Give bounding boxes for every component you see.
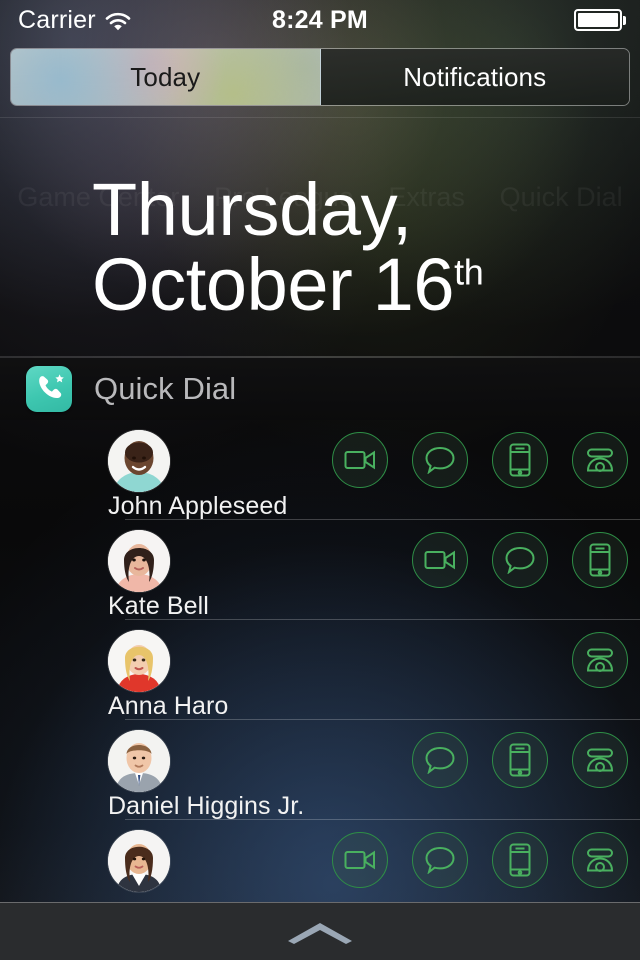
notification-center-grabber-bar[interactable] (0, 902, 640, 960)
quick-dial-app-icon (26, 366, 72, 412)
video-call-icon[interactable] (332, 832, 388, 888)
contact-name: Daniel Higgins Jr. (108, 792, 305, 820)
quick-dial-widget-header[interactable]: Quick Dial (0, 358, 640, 420)
contact-actions (332, 832, 628, 888)
table-row[interactable]: Kate Bell (0, 520, 640, 620)
date-month-day: October 16th (92, 247, 484, 322)
table-row[interactable]: Daniel Higgins Jr. (0, 720, 640, 820)
mobile-phone-icon[interactable] (492, 832, 548, 888)
landline-phone-icon[interactable] (572, 632, 628, 688)
tabs-underline (0, 117, 640, 118)
chevron-up-grabber-icon[interactable] (284, 919, 356, 945)
date-month-day-text: October 16 (92, 243, 455, 327)
contact-actions (572, 632, 628, 688)
status-bar: Carrier 8:24 PM (0, 0, 640, 40)
battery-full-icon (573, 9, 626, 31)
quick-dial-title: Quick Dial (94, 371, 237, 406)
avatar (108, 730, 170, 792)
quick-dial-contact-list: John Appleseed Kate Bell Anna Haro Danie… (0, 420, 640, 920)
table-row[interactable]: John Appleseed (0, 420, 640, 520)
table-row[interactable]: Anna Haro (0, 620, 640, 720)
video-call-icon[interactable] (332, 432, 388, 488)
tab-notifications[interactable]: Notifications (320, 49, 629, 105)
message-icon[interactable] (412, 832, 468, 888)
landline-phone-icon[interactable] (572, 432, 628, 488)
contact-actions (412, 732, 628, 788)
notification-center-tabs: Today Notifications (10, 48, 630, 106)
landline-phone-icon[interactable] (572, 832, 628, 888)
avatar (108, 430, 170, 492)
notification-center-screen: Carrier 8:24 PM Today Notifications Game… (0, 0, 640, 960)
contact-name: John Appleseed (108, 492, 288, 520)
contact-actions (412, 532, 628, 588)
contact-name: Kate Bell (108, 592, 209, 620)
contact-actions (332, 432, 628, 488)
date-weekday: Thursday, (92, 168, 412, 251)
avatar (108, 830, 170, 892)
date-ordinal-suffix: th (454, 251, 484, 293)
video-call-icon[interactable] (412, 532, 468, 588)
landline-phone-icon[interactable] (572, 732, 628, 788)
contact-name: Anna Haro (108, 692, 229, 720)
mobile-phone-icon[interactable] (492, 432, 548, 488)
message-icon[interactable] (412, 732, 468, 788)
avatar (108, 530, 170, 592)
mobile-phone-icon[interactable] (492, 732, 548, 788)
avatar (108, 630, 170, 692)
message-icon[interactable] (412, 432, 468, 488)
status-bar-time: 8:24 PM (272, 5, 368, 34)
date-header: Thursday, October 16th (92, 168, 484, 323)
message-icon[interactable] (492, 532, 548, 588)
mobile-phone-icon[interactable] (572, 532, 628, 588)
tab-today[interactable]: Today (11, 49, 321, 105)
